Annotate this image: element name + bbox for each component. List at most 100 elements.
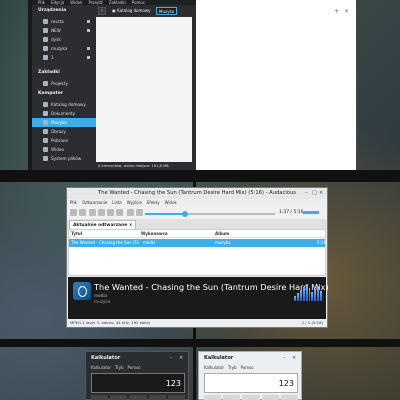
close-icon[interactable]: × — [179, 354, 183, 362]
sidebar-item-dysk[interactable]: dysk — [32, 35, 96, 44]
minimize-icon[interactable]: – — [170, 354, 173, 362]
file-manager-toolbar: ‹ ▣ Katalog domowy Muzyka — [96, 5, 196, 17]
sidebar-item-label: dysk — [51, 37, 61, 42]
visualizer-bar — [311, 292, 314, 301]
menu-help[interactable]: Pomoc — [127, 365, 140, 371]
menu-playback[interactable]: Odtwarzanie — [82, 199, 107, 207]
breadcrumb-music[interactable]: Muzyka — [156, 7, 178, 15]
music-folder-icon — [43, 120, 48, 125]
menu-effects[interactable]: Efekty — [147, 199, 160, 207]
column-artist[interactable]: Wykonawca — [141, 230, 168, 238]
play-icon[interactable] — [89, 209, 96, 216]
status-bar: 0 elementów, wolne miejsce: 161,8 MB — [96, 162, 196, 170]
next-icon[interactable] — [116, 209, 123, 216]
eject-icon[interactable] — [87, 56, 90, 59]
eject-icon[interactable] — [87, 20, 90, 23]
close-icon[interactable]: × — [344, 8, 349, 15]
visualizer-bar — [302, 286, 305, 301]
eject-icon[interactable] — [87, 47, 90, 50]
menu-file[interactable]: Plik — [70, 199, 77, 207]
eject-icon[interactable] — [87, 29, 90, 32]
sidebar-item-downloads[interactable]: Pobrane — [32, 136, 96, 145]
key-button[interactable] — [204, 395, 222, 400]
menu-help[interactable]: Pomoc — [240, 365, 253, 371]
close-icon[interactable]: × — [319, 190, 323, 196]
tab-now-playing[interactable]: Aktualnie odtwarzane × — [69, 220, 137, 229]
drive-icon — [43, 19, 48, 24]
calculator-display[interactable]: 123 — [91, 373, 185, 393]
sidebar-item-projekty[interactable]: Projekty — [32, 79, 96, 88]
breadcrumb-home[interactable]: ▣ Katalog domowy — [110, 7, 152, 15]
visualizer — [294, 283, 323, 301]
key-button[interactable] — [148, 395, 166, 400]
minimize-icon[interactable]: – — [283, 354, 286, 362]
sidebar-item-documents[interactable]: Dokumenty — [32, 109, 96, 118]
filesystem-icon — [43, 156, 48, 161]
key-button[interactable] — [261, 395, 279, 400]
visualizer-bar — [305, 283, 308, 301]
sidebar-item-videos[interactable]: Wideo — [32, 145, 96, 154]
playlist-row[interactable]: The Wanted - Chasing the Sun (Tan... med… — [69, 239, 326, 247]
sidebar-item-muzyka-drive[interactable]: muzyka — [32, 44, 96, 53]
sidebar-item-reszta[interactable]: reszta — [32, 17, 96, 26]
sidebar-item-label: NEW — [51, 28, 61, 33]
menu-calculator[interactable]: Kalkulator — [204, 365, 224, 371]
key-button[interactable] — [223, 395, 241, 400]
sidebar-item-label: reszta — [51, 19, 64, 24]
shuffle-icon[interactable] — [136, 209, 143, 216]
menu-mode[interactable]: Tryb — [228, 365, 236, 371]
sidebar-item-new[interactable]: NEW — [32, 26, 96, 35]
keypad — [91, 395, 186, 400]
key-button[interactable] — [129, 395, 147, 400]
key-button[interactable] — [242, 395, 260, 400]
section-bookmarks: Zakładki — [38, 70, 60, 75]
sidebar-item-label: 1 — [51, 55, 54, 60]
sidebar-item-pictures[interactable]: Obrazy — [32, 127, 96, 136]
back-button[interactable]: ‹ — [98, 7, 106, 15]
visualizer-bar — [294, 295, 296, 301]
minimize-icon[interactable]: – — [305, 190, 308, 196]
add-icon[interactable] — [79, 209, 86, 216]
file-list-view[interactable] — [96, 17, 192, 162]
add-icon[interactable]: + — [334, 8, 339, 15]
close-icon[interactable]: × — [292, 354, 296, 362]
seek-slider[interactable] — [145, 211, 275, 217]
menu-output[interactable]: Wyjście — [127, 199, 142, 207]
drive-icon — [43, 28, 48, 33]
column-title[interactable]: Tytuł — [71, 230, 82, 238]
column-album[interactable]: Album — [215, 230, 229, 238]
places-sidebar: Urządzenia reszta NEW dysk muzyka 1 Zakł… — [32, 5, 96, 170]
key-button[interactable] — [167, 395, 186, 400]
menu-mode[interactable]: Tryb — [115, 365, 123, 371]
menu-view[interactable]: Widok — [165, 199, 177, 207]
now-playing-panel: The Wanted - Chasing the Sun (Tantrum De… — [68, 277, 329, 319]
volume-slider[interactable] — [303, 211, 319, 214]
sidebar-item-home[interactable]: Katalog domowy — [32, 100, 96, 109]
maximize-icon[interactable]: □ — [312, 190, 317, 196]
close-tab-icon[interactable]: × — [129, 223, 133, 228]
sidebar-item-1[interactable]: 1 — [32, 53, 96, 62]
seek-progress — [145, 213, 185, 215]
menu-playlist[interactable]: Lista — [112, 199, 121, 207]
playlist-tabs: Aktualnie odtwarzane × — [67, 219, 327, 229]
key-button[interactable] — [280, 395, 299, 400]
menu-calculator[interactable]: Kalkulator — [91, 365, 111, 371]
workspace-divider-horizontal-2 — [0, 339, 400, 347]
stop-icon[interactable] — [98, 209, 105, 216]
seek-handle[interactable] — [181, 211, 188, 217]
repeat-icon[interactable] — [127, 209, 134, 216]
key-button[interactable] — [110, 395, 128, 400]
window-title: Kalkulator — [204, 355, 234, 361]
sidebar-item-filesystem[interactable]: System plików — [32, 154, 96, 163]
playback-toolbar: 1:37 / 5:16 — [67, 207, 327, 219]
previous-icon[interactable] — [107, 209, 114, 216]
row-artist: media — [143, 240, 156, 245]
open-icon[interactable] — [70, 209, 77, 216]
sidebar-item-label: Dokumenty — [51, 111, 76, 116]
sidebar-item-label: muzyka — [51, 46, 68, 51]
sidebar-item-music[interactable]: Muzyka — [32, 118, 96, 127]
key-button[interactable] — [91, 395, 109, 400]
right-pane-window[interactable]: + × — [196, 0, 356, 170]
audacious-window: The Wanted - Chasing the Sun (Tantrum De… — [66, 187, 329, 328]
calculator-display[interactable]: 123 — [204, 373, 298, 393]
